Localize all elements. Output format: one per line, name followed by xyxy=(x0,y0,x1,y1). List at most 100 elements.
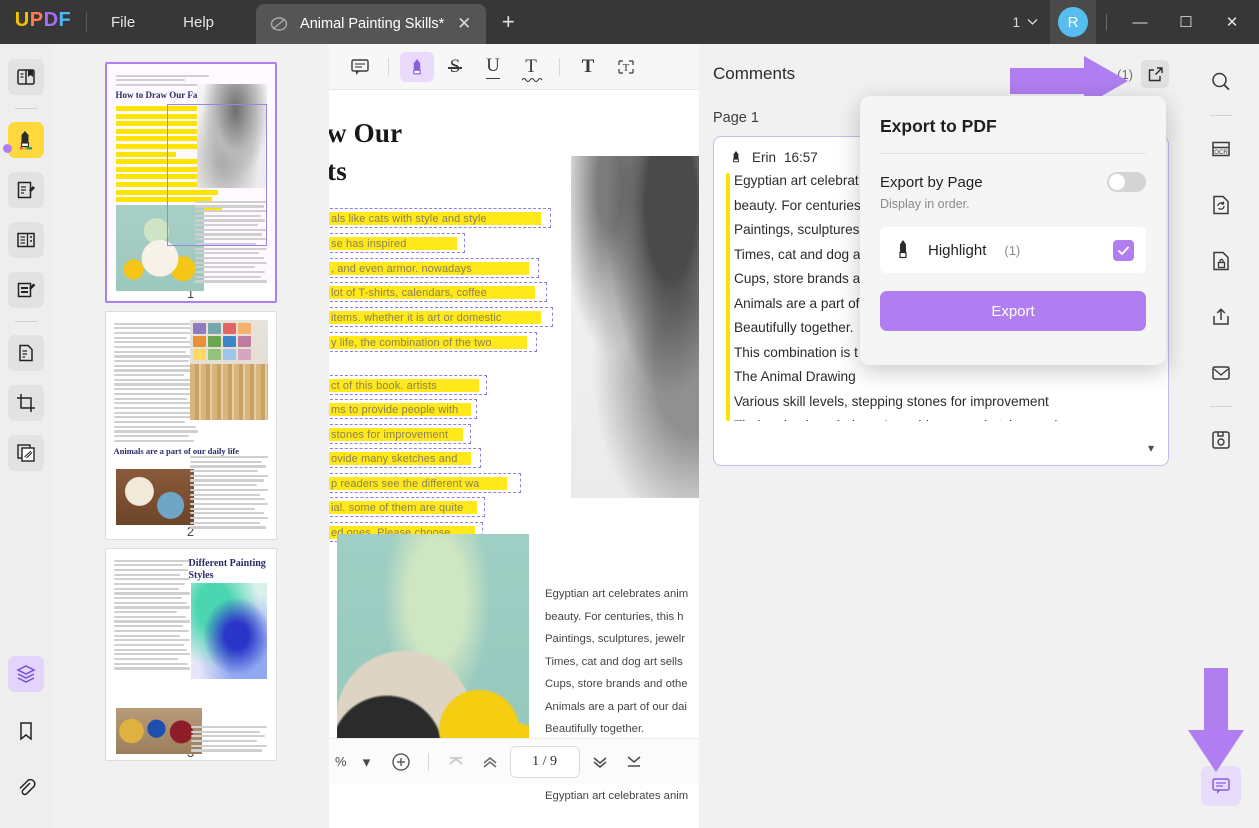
sidebar-item-comment[interactable] xyxy=(8,122,44,158)
chevron-down-icon xyxy=(1027,19,1038,25)
text-box-icon[interactable]: T xyxy=(609,52,643,82)
comment-expand-button[interactable]: ▾ xyxy=(1148,441,1154,455)
convert-button[interactable] xyxy=(1201,185,1241,225)
export-dialog-title: Export to PDF xyxy=(880,116,997,136)
comment-line-9: The Animal Drawing xyxy=(734,369,856,384)
document-title-line1: w Our xyxy=(329,118,403,148)
underline-icon[interactable]: U xyxy=(476,52,510,82)
save-button[interactable] xyxy=(1201,420,1241,460)
menu-help[interactable]: Help xyxy=(159,0,238,44)
thumbnail-page-1-preview: How to Draw Our Favorite Pets 1 xyxy=(104,62,277,303)
logo-letter-d: D xyxy=(43,8,59,31)
sidebar-item-compare[interactable] xyxy=(8,435,44,471)
share-button[interactable] xyxy=(1201,297,1241,337)
squiggly-icon[interactable]: T xyxy=(514,52,548,82)
new-tab-button[interactable]: + xyxy=(486,0,530,44)
thumbnail-3-paints xyxy=(115,708,202,754)
protect-button[interactable] xyxy=(1201,241,1241,281)
comment-line-10: Various skill levels, stepping stones fo… xyxy=(734,393,1049,409)
export-dialog-divider xyxy=(880,153,1146,154)
doc-body-line-7: Beautifully together. xyxy=(545,723,645,735)
avatar-container[interactable]: R xyxy=(1050,0,1096,44)
note-icon[interactable] xyxy=(343,52,377,82)
menu-file[interactable]: File xyxy=(87,0,159,44)
zoom-in-button[interactable] xyxy=(387,748,415,776)
export-by-page-toggle[interactable] xyxy=(1107,172,1146,192)
first-page-button[interactable] xyxy=(442,748,470,776)
protect-icon xyxy=(1213,251,1229,271)
sidebar-item-thumbnails[interactable] xyxy=(8,656,44,692)
sidebar-item-reader[interactable] xyxy=(8,59,44,95)
bottombar-divider xyxy=(427,752,429,771)
minimize-button[interactable]: — xyxy=(1117,0,1163,44)
maximize-button[interactable]: ☐ xyxy=(1163,0,1209,44)
export-item-checkbox[interactable] xyxy=(1113,239,1134,261)
comment-author-name: Erin xyxy=(752,149,777,165)
strikethrough-icon[interactable]: S xyxy=(438,52,472,82)
doc-next-page-line: Egyptian art celebrates anim xyxy=(545,790,689,802)
page-indicator-value: 1 / 9 xyxy=(532,753,557,769)
thumbnail-2-brushes xyxy=(189,364,268,420)
rail-divider-2 xyxy=(15,321,37,322)
email-button[interactable] xyxy=(1201,353,1241,393)
sidebar-item-convert-pdf[interactable] xyxy=(8,335,44,371)
thumbnail-page-3[interactable]: Different Painting Styles 3 xyxy=(104,548,277,761)
prev-page-button[interactable] xyxy=(476,748,504,776)
page-edit-icon xyxy=(17,232,35,248)
sidebar-item-organize-pages[interactable] xyxy=(8,222,44,258)
left-tool-rail xyxy=(0,44,52,828)
export-button[interactable]: Export xyxy=(880,291,1146,331)
doc-body-line-1: Egyptian art celebrates anim xyxy=(545,588,689,600)
sidebar-item-edit-pdf[interactable] xyxy=(8,172,44,208)
page-indicator[interactable]: 1 / 9 xyxy=(509,745,580,778)
search-button[interactable] xyxy=(1201,62,1241,102)
document-tab[interactable]: Animal Painting Skills* ✕ xyxy=(256,4,487,44)
thumbnail-page-2[interactable]: Animals are a part of our daily life 2 xyxy=(104,311,277,540)
svg-text:T: T xyxy=(623,62,630,74)
last-page-button[interactable] xyxy=(620,748,648,776)
thumbnail-page-3-preview: Different Painting Styles 3 xyxy=(104,548,277,761)
document-page[interactable]: w Our ts als like cats with style and st… xyxy=(329,90,699,782)
edit-pdf-icon xyxy=(17,181,35,199)
right-rail-divider-2 xyxy=(1210,406,1232,407)
close-icon[interactable]: ✕ xyxy=(454,14,474,34)
export-by-page-label: Export by Page xyxy=(880,173,983,191)
window-close-button[interactable]: ✕ xyxy=(1209,0,1255,44)
highlight-icon[interactable] xyxy=(400,51,434,82)
comment-balloon-icon xyxy=(1212,778,1230,794)
ocr-icon: OCR xyxy=(1212,141,1230,157)
sidebar-item-crop[interactable] xyxy=(8,385,44,421)
doc-body-line-2: beauty. For centuries, this h xyxy=(545,610,684,623)
next-page-button[interactable] xyxy=(586,748,614,776)
zoom-dropdown-icon[interactable]: ▾ xyxy=(353,748,381,776)
share-icon xyxy=(1213,308,1229,325)
thumbnail-page-2-preview: Animals are a part of our daily life 2 xyxy=(104,311,277,540)
sidebar-item-bookmarks[interactable] xyxy=(8,713,44,749)
document-title-line2: ts xyxy=(329,156,347,186)
viewer-bottom-bar: % ▾ 1 / 9 xyxy=(329,738,699,784)
doc-body-line-4: Times, cat and dog art sells xyxy=(545,655,683,668)
reader-mode-icon xyxy=(17,69,35,85)
save-icon xyxy=(1212,431,1230,449)
sidebar-item-attachments[interactable] xyxy=(8,770,44,806)
search-icon xyxy=(1212,72,1230,91)
sidebar-item-form[interactable] xyxy=(8,272,44,308)
doc-body-line-6: Animals are a part of our dai xyxy=(545,700,687,713)
right-rail-divider-1 xyxy=(1210,115,1232,116)
thumbnail-3-heading: Different Painting Styles xyxy=(188,558,266,581)
crop-page-icon xyxy=(17,394,35,412)
updf-logo: UPDF xyxy=(0,0,86,44)
export-item-highlight[interactable]: Highlight (1) xyxy=(880,227,1146,273)
doc-body-line-5: Cups, store brands and othe xyxy=(545,678,688,690)
window-controls-divider xyxy=(1106,14,1107,30)
ocr-button[interactable]: OCR xyxy=(1201,129,1241,169)
export-icon[interactable] xyxy=(1141,60,1169,88)
text-icon[interactable]: T xyxy=(571,52,605,82)
thumbnail-page-1[interactable]: How to Draw Our Favorite Pets 1 xyxy=(104,62,277,303)
thumbnail-panel[interactable]: How to Draw Our Favorite Pets 1 Animals … xyxy=(52,44,329,828)
comment-highlight-stripe xyxy=(726,173,730,421)
layers-icon xyxy=(16,665,36,683)
window-count-dropdown[interactable]: 1 xyxy=(1000,15,1050,30)
logo-letter-p: P xyxy=(29,8,44,31)
document-tab-icon xyxy=(268,13,290,35)
